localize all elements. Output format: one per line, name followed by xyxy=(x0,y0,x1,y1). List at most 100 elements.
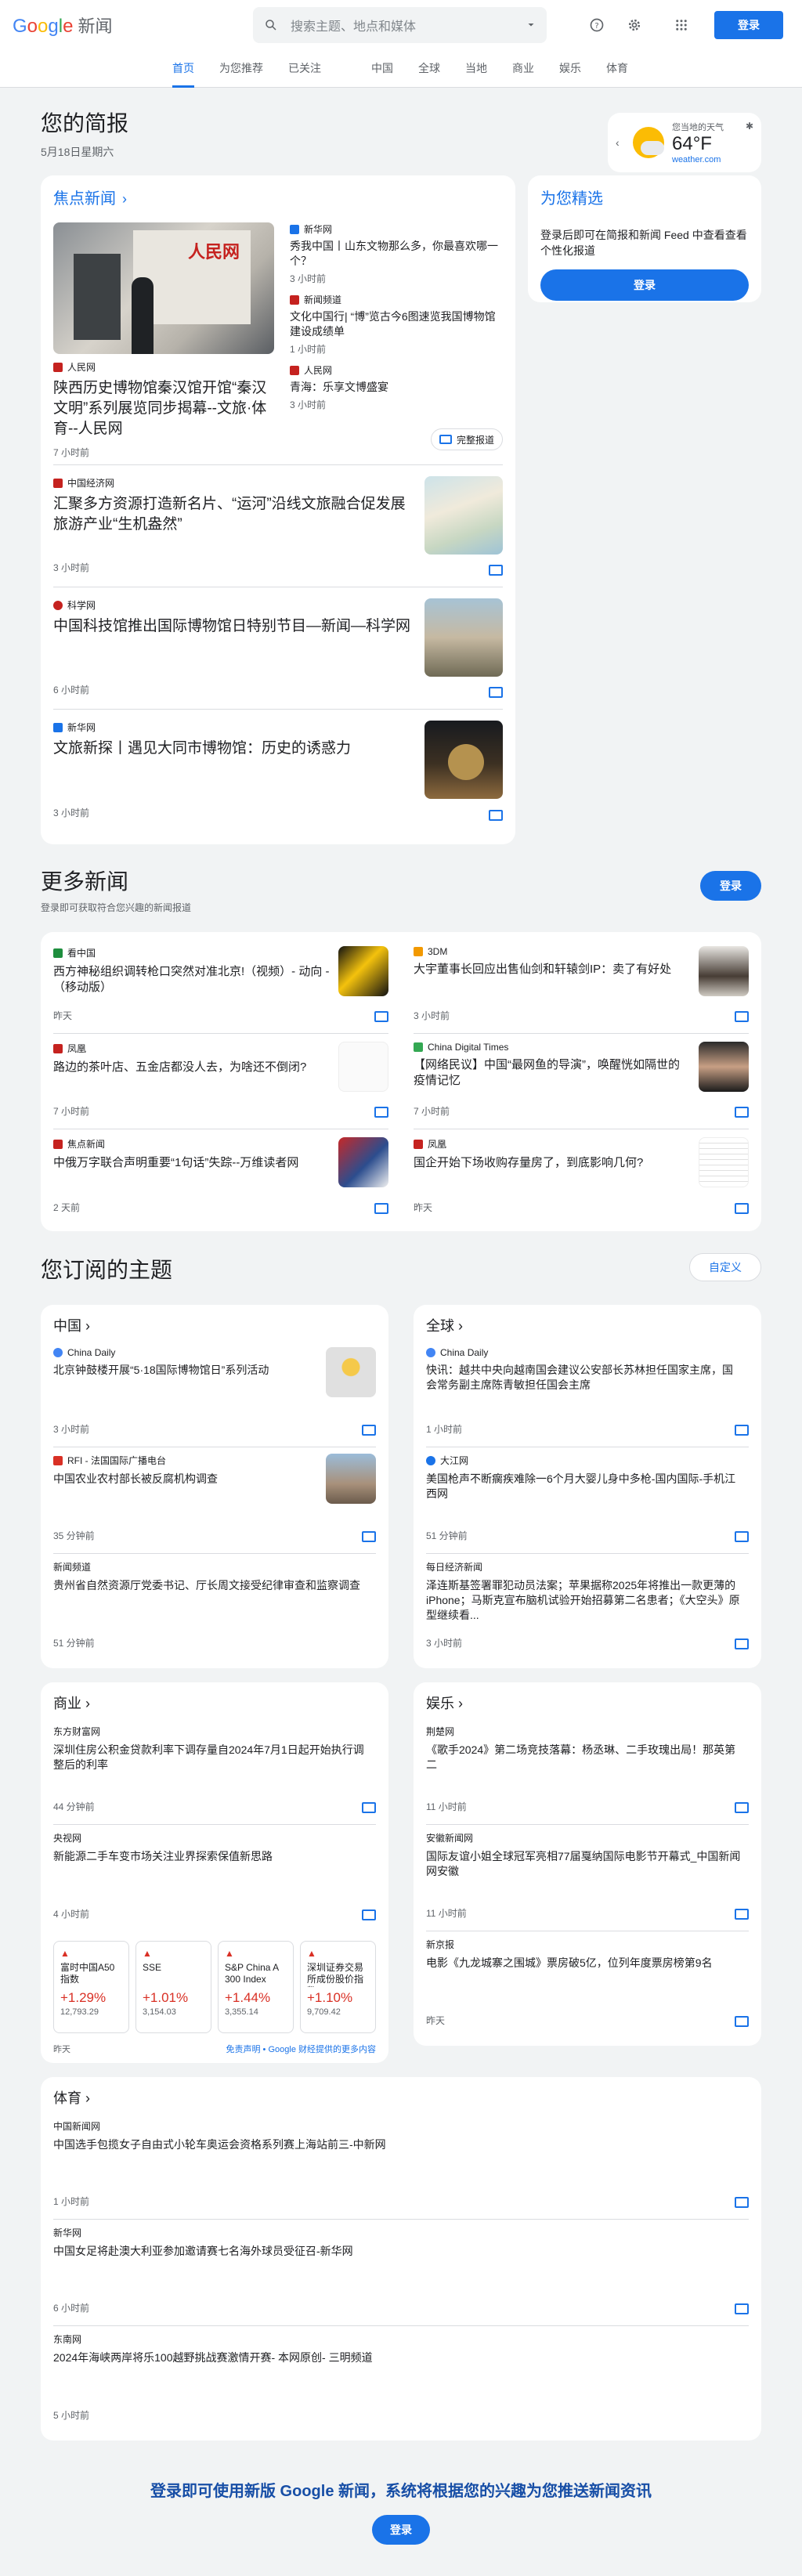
chevron-down-icon[interactable] xyxy=(526,20,536,30)
story-thumbnail[interactable] xyxy=(338,1137,388,1187)
story-image[interactable]: 人民网 xyxy=(53,222,274,354)
full-coverage-icon[interactable] xyxy=(374,1011,388,1022)
picks-login-button[interactable]: 登录 xyxy=(540,269,749,301)
story-headline[interactable]: 秀我中国丨山东文物那么多，你最喜欢哪一个？ xyxy=(290,239,503,269)
full-coverage-icon[interactable] xyxy=(362,1802,376,1813)
market-tile[interactable]: ▲ 富时中国A50指数 +1.29% 12,793.29 xyxy=(53,1941,129,2033)
story-headline[interactable]: 青海：乐享文博盛宴 xyxy=(290,380,503,395)
tab-entertainment[interactable]: 娱乐 xyxy=(559,50,581,88)
apps-grid-icon[interactable] xyxy=(667,11,695,39)
story-headline[interactable]: 电影《九龙城寨之围城》票房破5亿，位列年度票房榜第9名 xyxy=(426,1956,741,1971)
full-coverage-icon[interactable] xyxy=(735,1107,749,1118)
footer-login-button[interactable]: 登录 xyxy=(372,2515,430,2545)
tab-world[interactable]: 全球 xyxy=(418,50,440,88)
story-headline[interactable]: 2024年海峡两岸将乐100越野挑战赛激情开赛- 本网原创- 三明频道 xyxy=(53,2350,741,2365)
topic-title[interactable]: 娱乐 › xyxy=(426,1689,749,1718)
story-thumbnail[interactable] xyxy=(699,1137,749,1187)
search-box[interactable]: 搜索主题、地点和媒体 xyxy=(253,7,547,43)
story-thumbnail[interactable] xyxy=(424,598,503,677)
full-coverage-icon[interactable] xyxy=(735,1011,749,1022)
story-headline[interactable]: 陕西历史博物馆秦汉馆开馆“秦汉文明”系列展览同步揭幕--文旅·体育--人民网 xyxy=(53,378,274,439)
full-coverage-icon[interactable] xyxy=(374,1107,388,1118)
full-coverage-icon[interactable] xyxy=(362,1909,376,1920)
full-coverage-icon[interactable] xyxy=(735,1909,749,1920)
story-thumbnail[interactable] xyxy=(326,1347,376,1397)
full-coverage-icon[interactable] xyxy=(735,2197,749,2208)
story-headline[interactable]: 中国农业农村部长被反腐机构调查 xyxy=(53,1472,318,1487)
search-input[interactable]: 搜索主题、地点和媒体 xyxy=(291,16,526,34)
story-headline[interactable]: 贵州省自然资源厅党委书记、厅长周文接受纪律审查和监察调查 xyxy=(53,1578,368,1593)
google-news-logo[interactable]: Google 新闻 xyxy=(13,13,112,38)
customize-button[interactable]: 自定义 xyxy=(689,1253,761,1281)
story-headline[interactable]: 国企开始下场收购存量房了，到底影响几何? xyxy=(414,1155,691,1171)
weather-card[interactable]: ‹ 您当地的天气 64°F weather.com ✱ xyxy=(608,113,761,172)
story-headline[interactable]: 北京钟鼓楼开展“5·18国际博物馆日”系列活动 xyxy=(53,1363,318,1378)
market-tile[interactable]: ▲ S&P China A 300 Index (CNY) +1.44% 3,3… xyxy=(218,1941,294,2033)
story-headline[interactable]: 西方神秘组织调转枪口突然对准北京!（视频）- 动向 -（移动版） xyxy=(53,964,331,995)
story-headline[interactable]: 国际友谊小姐全球冠军亮相77届戛纳国际电影节开幕式_中国新闻网安徽 xyxy=(426,1849,741,1879)
top-stories-header[interactable]: 焦点新闻 › xyxy=(53,185,503,213)
full-coverage-icon[interactable] xyxy=(735,1638,749,1649)
full-coverage-icon[interactable] xyxy=(735,1425,749,1436)
story-headline[interactable]: 路边的茶叶店、五金店都没人去，为啥还不倒闭? xyxy=(53,1060,331,1075)
full-coverage-icon[interactable] xyxy=(735,1203,749,1214)
weather-source-link[interactable]: weather.com xyxy=(672,155,724,164)
story-thumbnail[interactable] xyxy=(326,1454,376,1504)
story-thumbnail[interactable] xyxy=(424,721,503,799)
topic-title[interactable]: 中国 › xyxy=(53,1311,376,1341)
list-item: 凤凰 路边的茶叶店、五金店都没人去，为啥还不倒闭? 7 小时前 xyxy=(53,1034,388,1129)
tab-home[interactable]: 首页 xyxy=(172,50,194,88)
login-button[interactable]: 登录 xyxy=(714,11,783,39)
more-news-login-button[interactable]: 登录 xyxy=(700,871,761,901)
tab-sports[interactable]: 体育 xyxy=(606,50,628,88)
full-coverage-icon[interactable] xyxy=(489,687,503,698)
full-coverage-icon[interactable] xyxy=(489,565,503,576)
full-coverage-button[interactable]: 完整报道 xyxy=(430,428,503,450)
weather-settings-icon[interactable]: ✱ xyxy=(746,121,753,132)
full-coverage-icon[interactable] xyxy=(735,1802,749,1813)
market-disclaimer-link[interactable]: 免责声明 • Google 财经提供的更多内容 xyxy=(226,2043,377,2055)
topic-title[interactable]: 商业 › xyxy=(53,1689,376,1718)
full-coverage-icon[interactable] xyxy=(735,1531,749,1542)
story-thumbnail[interactable] xyxy=(338,946,388,996)
market-tile[interactable]: ▲ 深圳证券交易所成份股价指数 +1.10% 9,709.42 xyxy=(300,1941,376,2033)
story-headline[interactable]: 深圳住房公积金贷款利率下调存量自2024年7月1日起开始执行调整后的利率 xyxy=(53,1743,368,1772)
story-headline[interactable]: 快讯：越共中央向越南国会建议公安部长苏林担任国家主席，国会常务副主席陈青敏担任国… xyxy=(426,1363,741,1393)
tab-local[interactable]: 当地 xyxy=(465,50,487,88)
full-coverage-icon[interactable] xyxy=(735,2303,749,2314)
publisher-logo-icon xyxy=(53,600,63,610)
story-headline[interactable]: 中国选手包揽女子自由式小轮车奥运会资格系列赛上海站前三-中新网 xyxy=(53,2137,741,2152)
story-headline[interactable]: 文化中国行| “博”览古今6图速览我国博物馆建设成绩单 xyxy=(290,309,503,339)
story-thumbnail[interactable] xyxy=(699,946,749,996)
story-headline[interactable]: 【网络民议】中国“最网鱼的导演”，唤醒恍如隔世的疫情记忆 xyxy=(414,1057,691,1089)
story-headline[interactable]: 中国科技馆推出国际博物馆日特别节目—新闻—科学网 xyxy=(53,616,415,637)
tab-business[interactable]: 商业 xyxy=(512,50,534,88)
tab-following[interactable]: 已关注 xyxy=(288,50,321,88)
tab-china[interactable]: 中国 xyxy=(371,50,393,88)
story-headline[interactable]: 中俄万字联合声明重要“1句话”失踪--万维读者网 xyxy=(53,1155,331,1171)
topic-title[interactable]: 全球 › xyxy=(426,1311,749,1341)
topic-title[interactable]: 体育 › xyxy=(53,2083,749,2113)
story-headline[interactable]: 《歌手2024》第二场竞技落幕：杨丞琳、二手玫瑰出局！那英第二 xyxy=(426,1743,741,1772)
full-coverage-icon[interactable] xyxy=(489,810,503,821)
story-headline[interactable]: 中国女足将赴澳大利亚参加邀请赛七名海外球员受征召-新华网 xyxy=(53,2244,741,2259)
story-time: 1 小时前 xyxy=(426,1424,463,1435)
story-thumbnail[interactable] xyxy=(699,1042,749,1092)
story-headline[interactable]: 文旅新探丨遇见大同市博物馆：历史的诱惑力 xyxy=(53,739,415,759)
help-icon[interactable]: ? xyxy=(583,11,611,39)
story-headline[interactable]: 美国枪声不断瘸疾难除一6个月大婴儿身中多枪-国内国际-手机江西网 xyxy=(426,1472,741,1501)
full-coverage-icon[interactable] xyxy=(362,1425,376,1436)
story-headline[interactable]: 汇聚多方资源打造新名片、“运河”沿线文旅融合促发展旅游产业“生机盎然” xyxy=(53,494,415,535)
chevron-left-icon[interactable]: ‹ xyxy=(616,136,628,149)
settings-gear-icon[interactable] xyxy=(620,11,648,39)
tab-for-you[interactable]: 为您推荐 xyxy=(219,50,263,88)
full-coverage-icon[interactable] xyxy=(362,1531,376,1542)
full-coverage-icon[interactable] xyxy=(374,1203,388,1214)
story-headline[interactable]: 泽连斯基签署罪犯动员法案；苹果据称2025年将推出一款更薄的iPhone；马斯克… xyxy=(426,1578,741,1623)
story-headline[interactable]: 新能源二手车变市场关注业界探索保值新思路 xyxy=(53,1849,368,1864)
full-coverage-icon[interactable] xyxy=(735,2016,749,2027)
story-thumbnail[interactable] xyxy=(338,1042,388,1092)
story-headline[interactable]: 大宇董事长回应出售仙剑和轩辕剑IP：卖了有好处 xyxy=(414,962,691,977)
story-thumbnail[interactable] xyxy=(424,476,503,555)
market-tile[interactable]: ▲ SSE +1.01% 3,154.03 xyxy=(135,1941,211,2033)
